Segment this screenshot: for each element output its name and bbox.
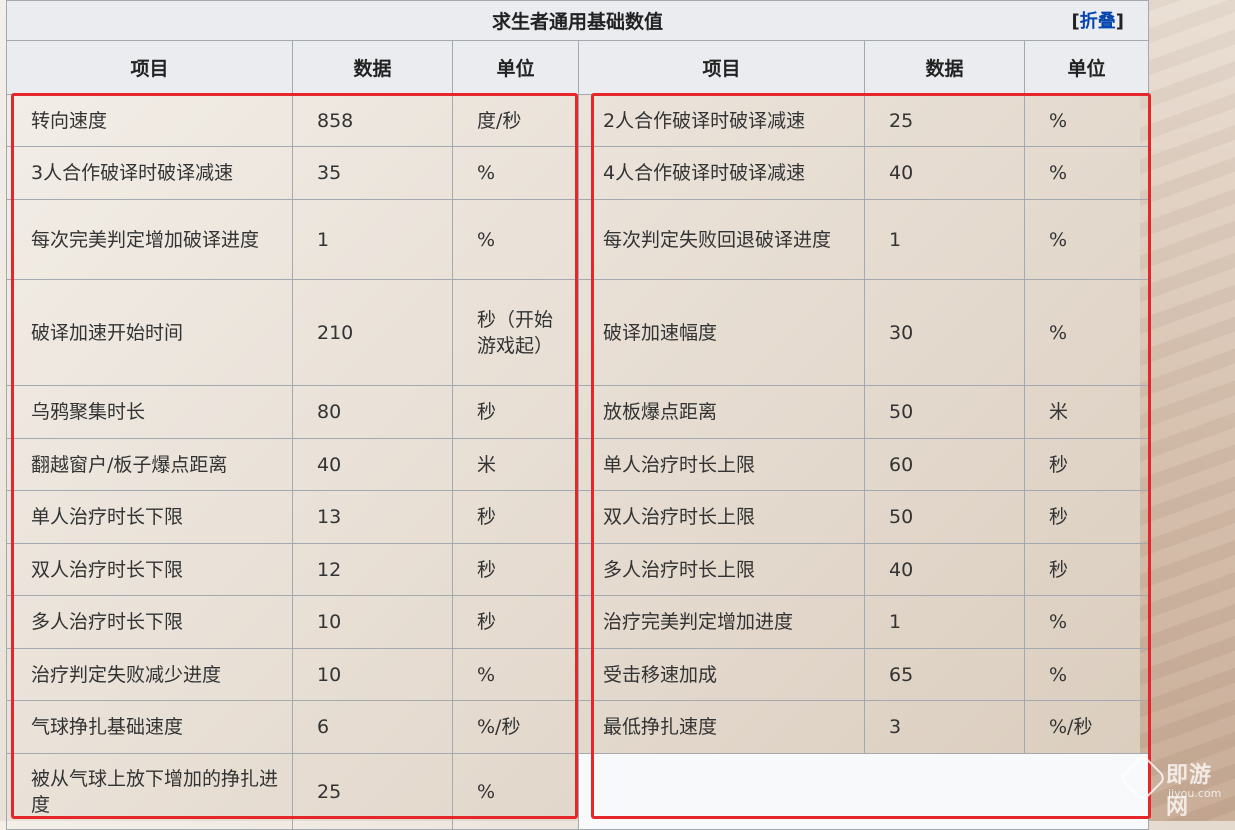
item-unit: 秒 [1023,490,1150,544]
item-unit: 米 [1023,385,1150,439]
item-name: 双人治疗时长下限 [6,543,293,596]
item-name: 4人合作破译时破译减速 [578,146,865,200]
item-unit: 秒 [1023,543,1150,596]
table-row: 被从气球上放下增加的挣扎进度 25 % [6,753,1150,830]
item-unit: % [452,648,579,701]
item-value: 40 [864,543,1025,596]
collapse-link[interactable]: 折叠 [1080,11,1116,32]
watermark-subtext: jiyou.com [1168,787,1222,800]
item-unit: % [452,146,579,200]
item-name: 3人合作破译时破译减速 [6,146,293,200]
item-name: 被从气球上放下增加的挣扎进度 [6,753,293,830]
table-row: 每次完美判定增加破译进度 1 % 每次判定失败回退破译进度 1 % [6,199,1150,280]
background-artwork [1140,0,1235,821]
item-value: 10 [292,648,453,701]
table-row: 多人治疗时长下限 10 秒 治疗完美判定增加进度 1 % [6,595,1150,649]
item-name: 双人治疗时长上限 [578,490,865,544]
item-value: 25 [292,753,453,830]
item-name: 受击移速加成 [578,648,865,701]
item-unit: 米 [452,438,579,491]
item-value: 30 [864,279,1025,386]
item-name: 翻越窗户/板子爆点距离 [6,438,293,491]
item-unit: 秒 [452,543,579,596]
item-value: 3 [864,700,1025,754]
item-unit: % [1023,94,1150,147]
item-unit: % [1023,199,1150,280]
item-unit: %/秒 [1023,700,1150,754]
item-unit: 秒 [452,385,579,439]
column-header-unit: 单位 [1023,40,1150,95]
item-unit: 度/秒 [452,94,579,147]
item-value: 65 [864,648,1025,701]
column-header-item: 项目 [6,40,293,95]
watermark-logo-icon [1118,753,1168,803]
table-row: 3人合作破译时破译减速 35 % 4人合作破译时破译减速 40 % [6,146,1150,200]
item-unit: % [1023,595,1150,649]
item-unit: % [452,753,579,830]
item-value: 50 [864,385,1025,439]
item-name: 每次完美判定增加破译进度 [6,199,293,280]
survivor-stats-table: 求生者通用基础数值 [折叠] 项目 数据 单位 项目 数据 单位 转向速度 85… [5,0,1150,830]
item-value: 12 [292,543,453,596]
table-row: 治疗判定失败减少进度 10 % 受击移速加成 65 % [6,648,1150,701]
table-row: 气球挣扎基础速度 6 %/秒 最低挣扎速度 3 %/秒 [6,700,1150,754]
item-value: 210 [292,279,453,386]
item-name: 破译加速幅度 [578,279,865,386]
item-value: 40 [864,146,1025,200]
item-name: 单人治疗时长下限 [6,490,293,544]
table-row: 翻越窗户/板子爆点距离 40 米 单人治疗时长上限 60 秒 [6,438,1150,491]
empty-cell [577,753,1150,830]
item-value: 35 [292,146,453,200]
item-name: 最低挣扎速度 [578,700,865,754]
column-header-unit: 单位 [452,40,579,95]
table-row: 转向速度 858 度/秒 2人合作破译时破译减速 25 % [6,94,1150,147]
column-header-value: 数据 [864,40,1025,95]
item-value: 25 [864,94,1025,147]
item-name: 气球挣扎基础速度 [6,700,293,754]
item-name: 治疗完美判定增加进度 [578,595,865,649]
item-value: 13 [292,490,453,544]
item-name: 多人治疗时长下限 [6,595,293,649]
collapse-control: [折叠] [1071,11,1125,32]
item-value: 40 [292,438,453,491]
item-name: 破译加速开始时间 [6,279,293,386]
item-value: 80 [292,385,453,439]
item-unit: % [1023,279,1150,386]
item-value: 858 [292,94,453,147]
item-unit: 秒 [452,490,579,544]
item-name: 乌鸦聚集时长 [6,385,293,439]
item-value: 6 [292,700,453,754]
item-name: 单人治疗时长上限 [578,438,865,491]
item-value: 10 [292,595,453,649]
column-header-item: 项目 [578,40,865,95]
item-name: 多人治疗时长上限 [578,543,865,596]
item-unit: % [1023,146,1150,200]
item-value: 60 [864,438,1025,491]
site-watermark: 即游网 jiyou.com [1118,753,1222,820]
item-value: 50 [864,490,1025,544]
column-header-value: 数据 [292,40,453,95]
item-unit: 秒 [452,595,579,649]
table-row: 乌鸦聚集时长 80 秒 放板爆点距离 50 米 [6,385,1150,439]
table-title-text: 求生者通用基础数值 [492,11,664,33]
item-unit: 秒（开始游戏起） [452,279,579,386]
table-row: 单人治疗时长下限 13 秒 双人治疗时长上限 50 秒 [6,490,1150,544]
item-unit: % [452,199,579,280]
column-header-row: 项目 数据 单位 项目 数据 单位 [6,40,1150,95]
item-value: 1 [292,199,453,280]
item-name: 治疗判定失败减少进度 [6,648,293,701]
item-name: 2人合作破译时破译减速 [578,94,865,147]
item-name: 放板爆点距离 [578,385,865,439]
table-title: 求生者通用基础数值 [折叠] [5,0,1150,41]
item-unit: % [1023,648,1150,701]
item-unit: %/秒 [452,700,579,754]
table-row: 双人治疗时长下限 12 秒 多人治疗时长上限 40 秒 [6,543,1150,596]
item-name: 转向速度 [6,94,293,147]
item-name: 每次判定失败回退破译进度 [578,199,865,280]
item-unit: 秒 [1023,438,1150,491]
item-value: 1 [864,199,1025,280]
table-row: 破译加速开始时间 210 秒（开始游戏起） 破译加速幅度 30 % [6,279,1150,386]
item-value: 1 [864,595,1025,649]
